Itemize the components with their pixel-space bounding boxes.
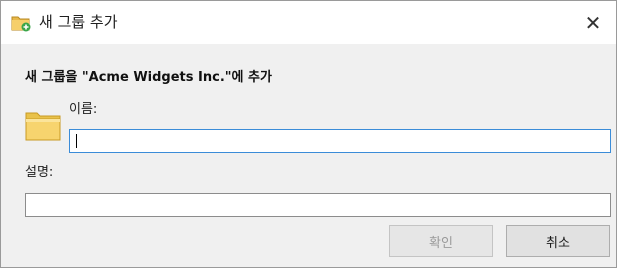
add-group-dialog: 새 그룹 추가 ✕ 새 그룹을 "Acme Widgets Inc."에 추가 … <box>0 0 617 268</box>
ok-button[interactable]: 확인 <box>389 225 493 257</box>
close-button[interactable]: ✕ <box>570 1 616 44</box>
close-icon: ✕ <box>584 10 602 35</box>
folder-icon <box>25 109 61 141</box>
name-label: 이름: <box>69 102 98 117</box>
description-label: 설명: <box>25 165 54 180</box>
name-input[interactable] <box>69 129 611 153</box>
cancel-button[interactable]: 취소 <box>506 225 610 257</box>
description-input[interactable] <box>25 193 611 217</box>
dialog-heading: 새 그룹을 "Acme Widgets Inc."에 추가 <box>25 70 272 85</box>
folder-add-icon <box>11 14 31 32</box>
text-caret <box>76 134 77 148</box>
window-title: 새 그룹 추가 <box>39 13 118 31</box>
title-bar: 새 그룹 추가 ✕ <box>1 1 616 44</box>
